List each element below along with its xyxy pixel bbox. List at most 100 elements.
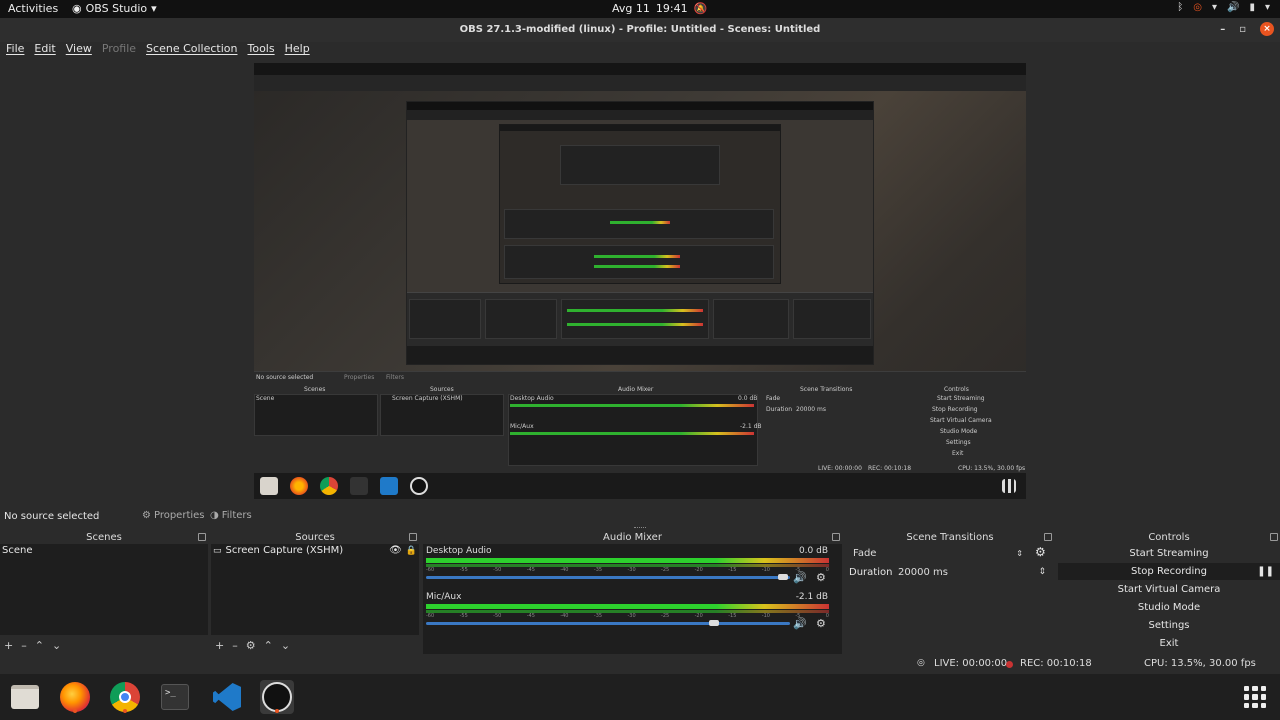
- scenes-header: Scenes: [0, 531, 208, 544]
- tick-label: -40: [560, 613, 569, 619]
- live-time: LIVE: 00:00:00: [934, 658, 1008, 669]
- tick-label: -25: [661, 613, 670, 619]
- nested-start-streaming: Start Streaming: [937, 395, 985, 402]
- gear-icon[interactable]: ⚙: [1035, 545, 1046, 559]
- system-tray[interactable]: ᛒ ◎ ▾ 🔊 ▮ ▾: [1177, 2, 1270, 13]
- chrome-icon[interactable]: [108, 680, 142, 714]
- menu-scene-collection[interactable]: Scene Collection: [146, 42, 237, 58]
- undock-icon[interactable]: [1270, 533, 1278, 541]
- preview-deep-nested-window: [499, 124, 781, 284]
- menu-profile[interactable]: Profile: [102, 42, 136, 58]
- mic-aux-db: -2.1 dB: [795, 592, 828, 602]
- nested-taskbar: [407, 346, 873, 364]
- menu-file[interactable]: File: [6, 42, 24, 58]
- scene-item[interactable]: Scene: [0, 544, 208, 557]
- start-streaming-button[interactable]: Start Streaming: [1058, 545, 1280, 562]
- nested-desktop-db: 0.0 dB: [738, 395, 758, 402]
- close-icon[interactable]: ×: [1260, 22, 1274, 36]
- vscode-shape: [213, 683, 241, 711]
- gear-icon[interactable]: ⚙: [816, 617, 826, 630]
- preview-nested-menubar: [254, 91, 1026, 99]
- mic-volume-knob[interactable]: [708, 620, 719, 626]
- activities-button[interactable]: Activities: [8, 2, 58, 15]
- window-title: OBS 27.1.3-modified (linux) - Profile: U…: [459, 24, 821, 35]
- remove-icon[interactable]: –: [21, 639, 27, 652]
- deep-nested-meter-3: [594, 265, 680, 268]
- source-item-label: Screen Capture (XSHM): [225, 545, 344, 556]
- transition-select[interactable]: Fade ⇕: [849, 546, 1027, 561]
- nested-transitions-header: Scene Transitions: [800, 386, 853, 393]
- files-icon[interactable]: [8, 680, 42, 714]
- clock-button[interactable]: Avg 11 19:41 🔕: [612, 2, 707, 15]
- undock-icon[interactable]: [832, 533, 840, 541]
- sources-list[interactable]: ▭ Screen Capture (XSHM) 👁 🔒: [211, 544, 419, 635]
- tick-label: -35: [593, 613, 603, 619]
- tick-label: -35: [593, 567, 603, 573]
- menu-edit[interactable]: Edit: [34, 42, 55, 58]
- properties-button[interactable]: ⚙ Properties: [138, 508, 209, 524]
- studio-mode-button[interactable]: Studio Mode: [1058, 599, 1280, 616]
- lock-icon[interactable]: 🔒: [406, 546, 417, 556]
- desktop-volume-slider[interactable]: [426, 576, 790, 579]
- firefox-icon[interactable]: [58, 680, 92, 714]
- start-virtual-camera-button[interactable]: Start Virtual Camera: [1058, 581, 1280, 598]
- exit-button[interactable]: Exit: [1058, 635, 1280, 652]
- eye-icon[interactable]: 👁: [389, 545, 402, 556]
- splitter-handle[interactable]: [634, 527, 646, 529]
- maximize-icon[interactable]: ▫: [1239, 24, 1246, 35]
- add-icon[interactable]: +: [215, 639, 224, 652]
- gear-icon[interactable]: ⚙: [246, 639, 256, 652]
- move-up-icon[interactable]: ⌃: [264, 639, 273, 652]
- undock-icon[interactable]: [198, 533, 206, 541]
- move-down-icon[interactable]: ⌄: [281, 639, 290, 652]
- tick-label: -55: [459, 567, 468, 573]
- app-menu-button[interactable]: ◉ OBS Studio ▾: [72, 2, 157, 15]
- window-title-bar[interactable]: OBS 27.1.3-modified (linux) - Profile: U…: [0, 18, 1280, 42]
- battery-icon: ▮: [1249, 2, 1255, 13]
- speaker-icon[interactable]: 🔊: [793, 617, 807, 630]
- settings-button[interactable]: Settings: [1058, 617, 1280, 634]
- undock-icon[interactable]: [1044, 533, 1052, 541]
- filters-button[interactable]: ◑ Filters: [206, 508, 256, 524]
- power-menu-icon: ▾: [1264, 2, 1270, 13]
- stop-recording-button[interactable]: Stop Recording ❚❚: [1058, 563, 1280, 580]
- nested-fade: Fade: [766, 395, 781, 402]
- controls-header: Controls: [1058, 531, 1280, 544]
- vscode-icon[interactable]: [210, 680, 244, 714]
- undock-icon[interactable]: [409, 533, 417, 541]
- menu-view[interactable]: View: [66, 42, 92, 58]
- source-item[interactable]: ▭ Screen Capture (XSHM) 👁 🔒: [211, 544, 419, 557]
- preview-canvas[interactable]: No source selected Properties Filters Sc…: [254, 63, 1026, 499]
- desktop-ticks: -60 -55 -50 -45 -40 -35 -30 -25 -20 -15 -10 -5 0: [426, 567, 829, 573]
- desktop-audio-meter: [426, 558, 829, 563]
- move-up-icon[interactable]: ⌃: [35, 639, 44, 652]
- stepper-icon[interactable]: ⇕: [1038, 565, 1046, 580]
- show-applications-icon[interactable]: [1244, 686, 1266, 708]
- add-icon[interactable]: +: [4, 639, 13, 652]
- duration-spinbox[interactable]: 20000 ms ⇕: [894, 565, 1050, 580]
- desktop-volume-knob[interactable]: [777, 574, 788, 580]
- mic-volume-slider[interactable]: [426, 622, 790, 625]
- preview-nested-taskbar: [254, 473, 1026, 499]
- tick-label: 0: [825, 567, 829, 573]
- pause-icon[interactable]: ❚❚: [1257, 563, 1274, 580]
- duration-label: Duration: [849, 567, 893, 578]
- menu-tools[interactable]: Tools: [248, 42, 275, 58]
- preview-nested-window: [406, 101, 874, 365]
- nested-desktop-audio: Desktop Audio: [510, 395, 554, 402]
- terminal-icon[interactable]: >_: [158, 680, 192, 714]
- scenes-list[interactable]: Scene: [0, 544, 208, 635]
- nested-exit: Exit: [952, 450, 964, 457]
- menu-help[interactable]: Help: [285, 42, 310, 58]
- nested-source-item: Screen Capture (XSHM): [392, 395, 463, 402]
- grid-dot: [1244, 694, 1250, 700]
- deep-nested-docks: [504, 209, 774, 239]
- remove-icon[interactable]: –: [232, 639, 238, 652]
- gear-icon[interactable]: ⚙: [816, 571, 826, 584]
- nested-sources-dock: [485, 299, 557, 339]
- obs-icon[interactable]: [260, 680, 294, 714]
- scene-transitions-dock: Scene Transitions Fade ⇕ ⚙ Duration 2000…: [846, 531, 1054, 655]
- speaker-icon[interactable]: 🔊: [793, 571, 807, 584]
- minimize-icon[interactable]: –: [1220, 24, 1225, 35]
- move-down-icon[interactable]: ⌄: [52, 639, 61, 652]
